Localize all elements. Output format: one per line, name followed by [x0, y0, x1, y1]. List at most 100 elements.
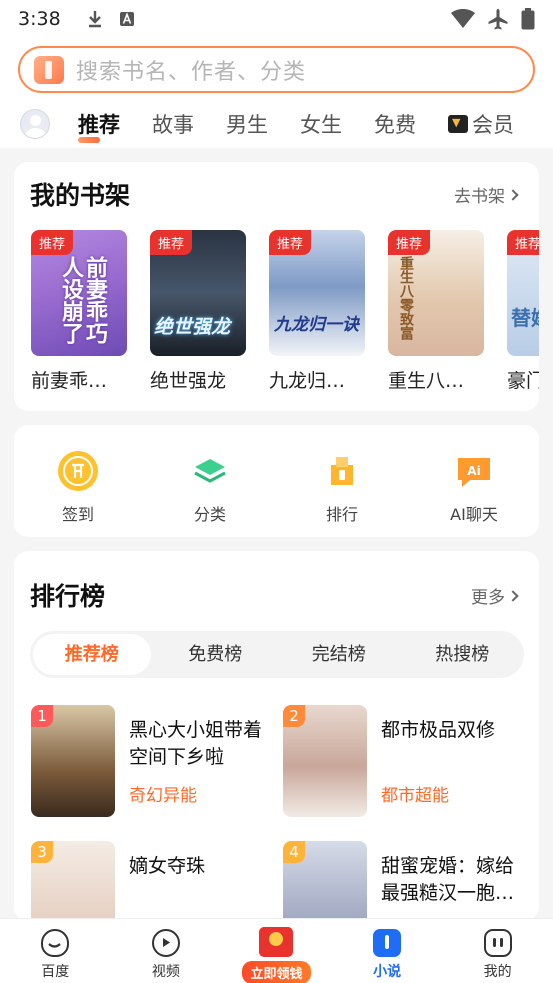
recommend-badge: 推荐 [31, 230, 74, 255]
ranking-item[interactable]: 3 嫡女夺珠 [31, 841, 281, 921]
ranking-more-link[interactable]: 更多 [471, 583, 519, 608]
rank-number: 1 [31, 705, 53, 727]
category-tabs: 推荐 故事 男生 女生 免费 会员 [0, 104, 553, 144]
ranking-item[interactable]: 2 都市极品双修 都市超能 [283, 705, 533, 817]
checkin-label: 签到 [61, 505, 94, 524]
book-title: 豪门… [507, 370, 539, 392]
tab-hot-search-rank[interactable]: 热搜榜 [404, 634, 522, 675]
svg-text:Ai: Ai [467, 464, 480, 478]
tab-vip-label: 会员 [472, 113, 514, 137]
shelf-book[interactable]: 绝世强龙 推荐 绝世强龙 [150, 230, 246, 393]
tab-female[interactable]: 女生 [300, 109, 342, 139]
tab-recommend-rank[interactable]: 推荐榜 [33, 634, 151, 675]
book-cover: 2 [283, 705, 367, 817]
nav-baidu-label: 百度 [41, 964, 70, 980]
checkin-button[interactable]: 签到 [28, 451, 128, 525]
ai-chat-button[interactable]: Ai AI聊天 [424, 451, 524, 525]
bookshelf-title: 我的书架 [30, 181, 131, 210]
tab-free-rank[interactable]: 免费榜 [157, 634, 275, 675]
ranking-label: 排行 [325, 505, 358, 524]
nav-novel-label: 小说 [373, 964, 402, 980]
ranking-more-label: 更多 [471, 588, 505, 608]
ranking-book-genre: 都市超能 [381, 786, 449, 806]
cover-title: 替嫁 [511, 306, 539, 330]
category-label: 分类 [193, 505, 226, 524]
shelf-book[interactable]: 前妻乖巧人设崩了 推荐 前妻乖… [31, 230, 127, 393]
video-play-icon [151, 929, 180, 957]
rank-number: 3 [31, 841, 53, 863]
tab-story[interactable]: 故事 [152, 109, 194, 139]
shelf-book[interactable]: 替嫁 推荐 豪门… [507, 230, 539, 393]
book-cover: 前妻乖巧人设崩了 推荐 [31, 230, 127, 356]
ranking-book-title: 甜蜜宠婚：嫁给最强糙汉一胞… [381, 855, 515, 904]
nav-earn-money-label: 立即领钱 [242, 961, 311, 983]
ranking-book-title: 都市极品双修 [381, 719, 496, 741]
book-cover: 重生八零致富 推荐 [388, 230, 484, 356]
go-bookshelf-label: 去书架 [454, 187, 505, 207]
shelf-book[interactable]: 九龙归一诀 推荐 九龙归… [269, 230, 365, 393]
book-title: 绝世强龙 [150, 370, 227, 392]
novel-book-icon [373, 929, 402, 957]
rank-icon [322, 451, 362, 491]
book-cover: 替嫁 推荐 [507, 230, 539, 356]
nav-earn-money[interactable]: 立即领钱 [221, 919, 332, 983]
quick-actions-card: 签到 分类 排行 Ai AI聊天 [14, 425, 539, 537]
category-button[interactable]: 分类 [160, 451, 260, 525]
nav-novel[interactable]: 小说 [332, 919, 443, 983]
avatar[interactable] [20, 109, 50, 139]
ranking-item[interactable]: 1 黑心大小姐带着空间下乡啦 奇幻异能 [31, 705, 281, 817]
chevron-right-icon [507, 188, 519, 201]
book-cover: 3 [31, 841, 115, 921]
tab-male[interactable]: 男生 [226, 109, 268, 139]
book-cover: 1 [31, 705, 115, 817]
recommend-badge: 推荐 [269, 230, 312, 255]
shelf-book[interactable]: 重生八零致富 推荐 重生八… [388, 230, 484, 393]
ai-chat-label: AI聊天 [450, 505, 498, 524]
tab-free[interactable]: 免费 [374, 109, 416, 139]
recommend-badge: 推荐 [150, 230, 193, 255]
ranking-tabs: 推荐榜 免费榜 完结榜 热搜榜 [30, 631, 524, 678]
battery-icon [521, 8, 535, 30]
ranking-card: 排行榜 更多 推荐榜 免费榜 完结榜 热搜榜 1 黑心大小姐带着空间下乡啦 奇幻… [14, 551, 539, 921]
ranking-book-title: 嫡女夺珠 [129, 855, 206, 877]
cover-title: 重生八零致富 [398, 256, 414, 340]
ranking-item[interactable]: 4 甜蜜宠婚：嫁给最强糙汉一胞… [283, 841, 533, 921]
ranking-title: 排行榜 [30, 582, 106, 611]
recommend-badge: 推荐 [388, 230, 431, 255]
ranking-book-genre: 奇幻异能 [129, 786, 197, 806]
nav-profile[interactable]: 我的 [442, 919, 553, 983]
rank-number: 2 [283, 705, 305, 727]
header: 搜索书名、作者、分类 推荐 故事 男生 女生 免费 会员 [0, 38, 553, 148]
book-cover: 绝世强龙 推荐 [150, 230, 246, 356]
nav-video[interactable]: 视频 [111, 919, 222, 983]
ranking-book-title: 黑心大小姐带着空间下乡啦 [129, 719, 263, 768]
ai-chat-icon: Ai [454, 451, 494, 491]
tab-vip[interactable]: 会员 [448, 109, 514, 139]
search-input[interactable]: 搜索书名、作者、分类 [18, 46, 535, 93]
go-bookshelf-link[interactable]: 去书架 [454, 182, 519, 207]
wifi-icon [451, 9, 475, 28]
red-envelope-icon [259, 927, 294, 957]
vip-icon [448, 115, 468, 133]
tab-finished-rank[interactable]: 完结榜 [280, 634, 398, 675]
status-bar: 3:38 [0, 0, 553, 38]
book-title: 九龙归… [269, 370, 346, 392]
bottom-nav: 百度 视频 立即领钱 小说 我的 [0, 918, 553, 983]
cover-title: 九龙归一诀 [274, 315, 359, 335]
download-icon [88, 11, 101, 28]
tab-recommend[interactable]: 推荐 [78, 109, 120, 143]
layers-icon [190, 451, 230, 491]
airplane-icon [488, 9, 508, 30]
book-title: 前妻乖… [31, 370, 108, 392]
cover-title: 绝世强龙 [154, 316, 231, 338]
baidu-face-icon [41, 929, 70, 957]
book-cover: 九龙归一诀 推荐 [269, 230, 365, 356]
nav-baidu[interactable]: 百度 [0, 919, 111, 983]
coin-icon [58, 451, 98, 491]
bookshelf-card: 我的书架 去书架 前妻乖巧人设崩了 推荐 前妻乖… 绝世强龙 推荐 绝世强龙 九… [14, 162, 539, 411]
cover-title: 前妻乖巧人设崩了 [58, 256, 108, 344]
ranking-button[interactable]: 排行 [292, 451, 392, 525]
nav-profile-label: 我的 [483, 964, 512, 980]
notification-a-icon [119, 12, 134, 26]
nav-video-label: 视频 [151, 964, 180, 980]
